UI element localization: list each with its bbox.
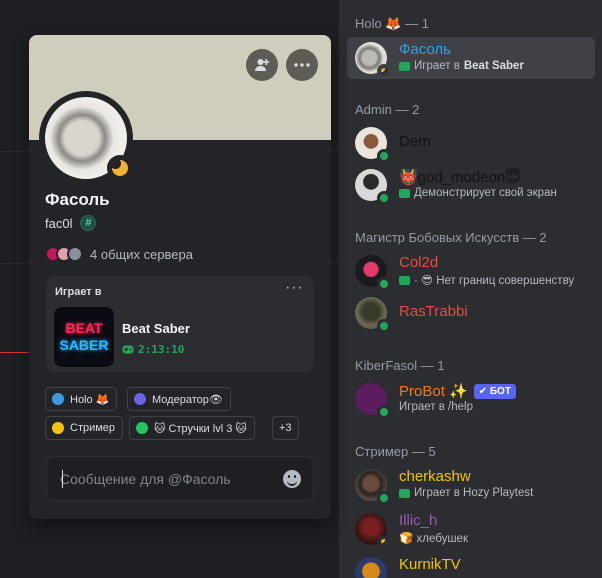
text-caret [62, 470, 63, 488]
member-activity: 🍞 хлебушек [399, 531, 468, 545]
role-label: 🐱 Стручки lvl 3 🐱 [154, 422, 247, 435]
mutual-servers[interactable]: 4 общих сервера [45, 246, 193, 262]
gamepad-icon [399, 61, 410, 71]
member-name: Illic_h [399, 512, 438, 529]
more-dots-icon [294, 63, 310, 67]
status-online-icon [377, 191, 391, 205]
member-activity: · 😎 Нет границ совершенству [399, 273, 574, 287]
activity-game: Beat Saber [463, 60, 524, 72]
mutual-servers-text: 4 общих сервера [90, 246, 193, 262]
more-options-button[interactable] [286, 49, 318, 81]
member-rastrabbi[interactable]: RasTrabbi [347, 292, 595, 334]
activity-text: · 😎 Нет границ совершенству [414, 275, 575, 287]
role-label: Стример [70, 422, 116, 434]
role-struchki[interactable]: 🐱 Стручки lvl 3 🐱 [129, 416, 255, 440]
username-row: fac0l # [45, 215, 97, 231]
status-idle-icon [377, 535, 391, 549]
message-box[interactable] [46, 456, 314, 501]
member-name: Фасоль [399, 41, 451, 58]
member-dem[interactable]: Dem [347, 122, 595, 164]
group-title-magistr: Магистр Бобовых Искусств — 2 [355, 230, 547, 245]
member-name: ProBot ✨ ✔ БОТ [399, 382, 516, 400]
member-probot[interactable]: ProBot ✨ ✔ БОТ Играет в /help [347, 378, 595, 420]
member-cherkashw[interactable]: cherkashw Играет в Hozy Playtest [347, 464, 595, 506]
member-name: 👹god_modeon😇 [399, 169, 521, 186]
member-fasol[interactable]: Фасоль Играет в Beat Saber [347, 37, 595, 79]
role-holo[interactable]: Holo 🦊 [45, 387, 118, 411]
status-online-icon [377, 319, 391, 333]
username: fac0l [45, 215, 73, 231]
role-color-dot [52, 422, 64, 434]
add-friend-button[interactable] [246, 49, 278, 81]
avatar [355, 557, 387, 578]
activity-more-button[interactable]: ··· [285, 279, 304, 297]
member-name: RasTrabbi [399, 303, 468, 320]
server-icon [67, 246, 83, 262]
game-logo: BEAT SABER [54, 307, 114, 367]
member-activity: Играет в Beat Saber [399, 60, 524, 72]
role-color-dot [136, 422, 148, 434]
group-title-holo: Holo 🦊 — 1 [355, 16, 429, 31]
user-profile-popout[interactable]: Фасоль fac0l # 4 общих сервера Играет в … [29, 35, 331, 519]
activity-card: Играет в ··· BEAT SABER Beat Saber 2:13:… [46, 276, 314, 372]
screen-share-icon [399, 188, 410, 198]
hashtag-badge-icon[interactable]: # [80, 215, 97, 231]
group-title-streamer: Стример — 5 [355, 444, 436, 459]
role-label: Модератор👁 [152, 393, 223, 406]
status-idle-icon [377, 64, 391, 78]
emoji-picker-icon[interactable] [283, 470, 301, 488]
role-label: Holo 🦊 [70, 393, 110, 406]
activity-prefix: Играет в [414, 60, 460, 72]
profile-avatar[interactable] [39, 91, 133, 185]
member-kurniktv[interactable]: KurnikTV [347, 552, 595, 578]
activity-text: Играет в Hozy Playtest [414, 487, 534, 499]
group-title-kiberfasol: KiberFasol — 1 [355, 358, 445, 373]
display-name: Фасоль [45, 190, 110, 209]
screen-share-icon [399, 275, 410, 285]
member-name: Dem [399, 133, 431, 150]
member-activity: Демонстрирует свой экран [399, 187, 557, 199]
activity-text: Демонстрирует свой экран [414, 187, 557, 199]
elapsed-value: 2:13:10 [138, 343, 185, 356]
message-input[interactable] [60, 469, 270, 489]
member-list[interactable]: Holo 🦊 — 1 Фасоль Играет в Beat Saber Ad… [338, 0, 602, 578]
elapsed-time: 2:13:10 [122, 343, 184, 356]
member-activity: Играет в /help [399, 401, 473, 413]
role-color-dot [52, 393, 64, 405]
member-name-text: ProBot ✨ [399, 383, 468, 400]
status-online-icon [377, 491, 391, 505]
status-idle-icon [107, 155, 133, 181]
bot-badge: ✔ БОТ [473, 384, 516, 399]
member-god-modeon[interactable]: 👹god_modeon😇 Демонстрирует свой экран [347, 164, 595, 206]
activity-text: Играет в /help [399, 401, 473, 413]
add-friend-icon [255, 59, 270, 71]
logo-saber: SABER [59, 337, 109, 353]
status-online-icon [377, 277, 391, 291]
logo-beat: BEAT [65, 320, 103, 336]
member-name: Col2d [399, 254, 439, 271]
member-activity: Играет в Hozy Playtest [399, 487, 533, 499]
role-streamer[interactable]: Стример [45, 416, 124, 440]
gamepad-icon [399, 488, 410, 498]
member-name: cherkashw [399, 468, 471, 485]
activity-text: 🍞 хлебушек [399, 533, 468, 545]
group-title-admin: Admin — 2 [355, 102, 420, 117]
member-illic-h[interactable]: Illic_h 🍞 хлебушек [347, 508, 595, 550]
member-name: KurnikTV [399, 556, 461, 573]
member-col2d[interactable]: Col2d · 😎 Нет границ совершенству [347, 250, 595, 292]
game-title: Beat Saber [122, 321, 190, 336]
gamepad-icon [122, 345, 134, 354]
more-roles-button[interactable]: +3 [272, 416, 299, 440]
status-online-icon [377, 405, 391, 419]
role-moderator[interactable]: Модератор👁 [127, 387, 231, 411]
status-online-icon [377, 149, 391, 163]
activity-label: Играет в [55, 286, 102, 298]
role-color-dot [134, 393, 146, 405]
